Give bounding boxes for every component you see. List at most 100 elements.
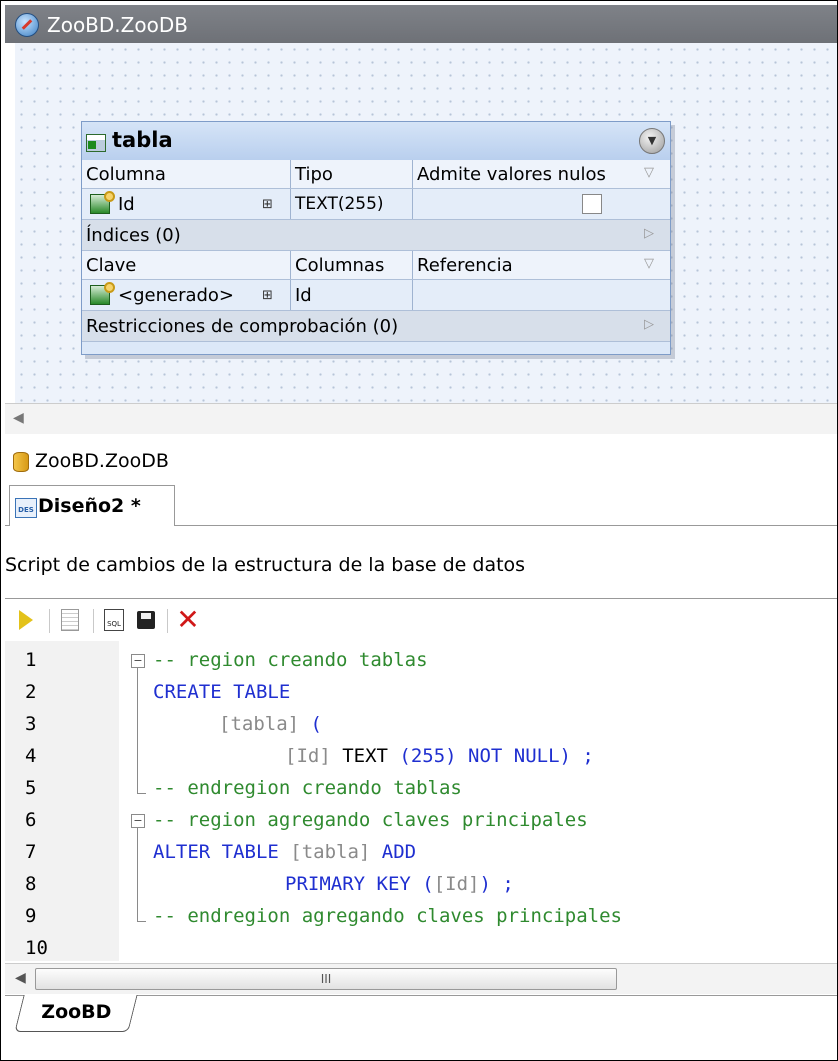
database-icon [13, 452, 29, 472]
identifier: [tabla] [278, 841, 371, 863]
checks-section[interactable]: Restricciones de comprobación (0) ▷ [82, 311, 670, 342]
toolbar-separator [167, 609, 168, 633]
line-number: 5 [25, 777, 37, 799]
expand-icon[interactable]: ⊞ [258, 189, 290, 219]
indices-section[interactable]: Índices (0) ▷ [82, 220, 670, 251]
comment: -- region creando tablas [153, 649, 428, 671]
play-icon [19, 610, 33, 630]
code-line: 2 CREATE TABLE [5, 677, 837, 709]
key-columns[interactable]: Id [290, 280, 412, 310]
line-number: 7 [25, 841, 37, 863]
table-name: tabla [112, 128, 173, 152]
code-line: 5 -- endregion creando tablas [5, 773, 837, 805]
save-script-button[interactable] [135, 609, 157, 631]
editor-horizontal-scrollbar[interactable]: ◀ III [5, 963, 837, 994]
scroll-left-icon[interactable]: ◀ [15, 970, 26, 986]
run-script-button[interactable] [15, 609, 37, 631]
toolbar-separator [93, 609, 94, 633]
keyword: PRIMARY KEY ( [285, 873, 434, 895]
column-header-type: Tipo [290, 160, 412, 188]
sql-doc-icon [61, 609, 79, 631]
fold-collapse-icon[interactable]: − [131, 654, 145, 668]
keyword: (255) NOT NULL) ; [387, 745, 594, 767]
identifier: [tabla] [219, 713, 300, 735]
scroll-thumb[interactable]: III [35, 968, 617, 990]
script-panel-header: Script de cambios de la estructura de la… [5, 526, 837, 599]
code-line: 6 − -- region agregando claves principal… [5, 805, 837, 837]
code-line: 4 [Id] TEXT (255) NOT NULL) ; [5, 741, 837, 773]
code-line: 3 [tabla] ( [5, 709, 837, 741]
column-row[interactable]: Id ⊞ TEXT(255) [82, 189, 670, 220]
scroll-left-icon[interactable]: ◀ [13, 410, 24, 426]
line-number: 6 [25, 809, 37, 831]
line-number: 10 [25, 937, 48, 959]
db-label: ZooBD.ZooDB [35, 450, 169, 472]
line-number: 8 [25, 873, 37, 895]
key-row[interactable]: <generado> ⊞ Id [82, 280, 670, 311]
type-keyword: TEXT [330, 745, 388, 767]
compass-icon [15, 13, 39, 37]
nullable-checkbox[interactable] [582, 194, 602, 214]
code-line: 7 ALTER TABLE [tabla] ADD [5, 837, 837, 869]
sql-view-button[interactable]: SQL [103, 609, 125, 631]
open-sql-editor-button[interactable] [59, 609, 81, 631]
design-tabs: DES Diseño2 * [5, 485, 837, 526]
expand-triangle-icon[interactable]: ▷ [644, 226, 654, 241]
column-name: Id [118, 193, 135, 215]
code-line: 10 [5, 933, 837, 965]
columns-header-row: Columna Tipo Admite valores nulos ▽ [82, 160, 670, 189]
key-header-columns: Columnas [290, 251, 412, 279]
line-number: 4 [25, 745, 37, 767]
line-number: 3 [25, 713, 37, 735]
key-header-reference: Referencia [412, 251, 670, 279]
canvas-horizontal-scrollbar[interactable]: ◀ [5, 403, 837, 434]
code-line: 9 -- endregion agregando claves principa… [5, 901, 837, 933]
sql-editor[interactable]: 1 − -- region creando tablas 2 CREATE TA… [5, 641, 837, 961]
identifier: [Id] [285, 745, 331, 767]
key-cell-name[interactable]: <generado> [86, 280, 266, 310]
key-name: <generado> [118, 284, 235, 306]
comment: -- region agregando claves principales [153, 809, 588, 831]
keyword: CREATE TABLE [153, 681, 291, 703]
bottom-tab-bar: ZooBD [5, 995, 837, 1036]
expand-icon[interactable]: ⊞ [258, 280, 290, 310]
checks-label: Restricciones de comprobación (0) [86, 315, 399, 337]
key-icon [90, 282, 115, 305]
script-toolbar: SQL ✕ [5, 599, 837, 641]
keyword: ) ; [479, 873, 514, 895]
key-reference[interactable] [412, 280, 670, 310]
toolbar-separator [49, 609, 50, 633]
identifier: [Id] [433, 873, 480, 895]
app-window: ZooBD.ZooDB tabla ▼ Columna Tipo Admite … [0, 0, 838, 1061]
keys-header-row: Clave Columnas Referencia ▽ [82, 251, 670, 280]
table-header[interactable]: tabla ▼ [82, 122, 670, 161]
keyword: ALTER TABLE [153, 841, 279, 863]
discard-button[interactable]: ✕ [176, 606, 199, 634]
nullable-cell [412, 189, 670, 219]
tab-label: ZooBD [41, 1001, 112, 1023]
tab-zoobd[interactable]: ZooBD [14, 995, 138, 1032]
keyword: ADD [370, 841, 417, 863]
column-type[interactable]: TEXT(255) [290, 189, 412, 219]
paren: ( [299, 713, 322, 735]
collapse-button[interactable]: ▼ [639, 128, 665, 154]
indices-label: Índices (0) [86, 224, 181, 246]
table-designer-box[interactable]: tabla ▼ Columna Tipo Admite valores nulo… [81, 121, 671, 355]
sql-file-icon: SQL [104, 609, 124, 631]
script-panel-title: Script de cambios de la estructura de la… [5, 554, 526, 576]
line-number: 9 [25, 905, 37, 927]
comment: -- endregion creando tablas [153, 777, 462, 799]
floppy-icon [137, 611, 155, 629]
line-number: 2 [25, 681, 37, 703]
fold-collapse-icon[interactable]: − [131, 814, 145, 828]
code-line: 8 PRIMARY KEY ([Id]) ; [5, 869, 837, 901]
primary-key-column-icon [90, 191, 115, 214]
key-header-name: Clave [86, 254, 137, 276]
collapse-triangle-icon[interactable]: ▽ [644, 165, 654, 180]
column-header-nullable: Admite valores nulos [412, 160, 670, 188]
code-line: 1 − -- region creando tablas [5, 645, 837, 677]
design-window-titlebar: ZooBD.ZooDB [5, 5, 837, 43]
tab-diseno2[interactable]: DES Diseño2 * [9, 485, 175, 526]
collapse-triangle-icon[interactable]: ▽ [644, 256, 654, 271]
expand-triangle-icon[interactable]: ▷ [644, 317, 654, 332]
